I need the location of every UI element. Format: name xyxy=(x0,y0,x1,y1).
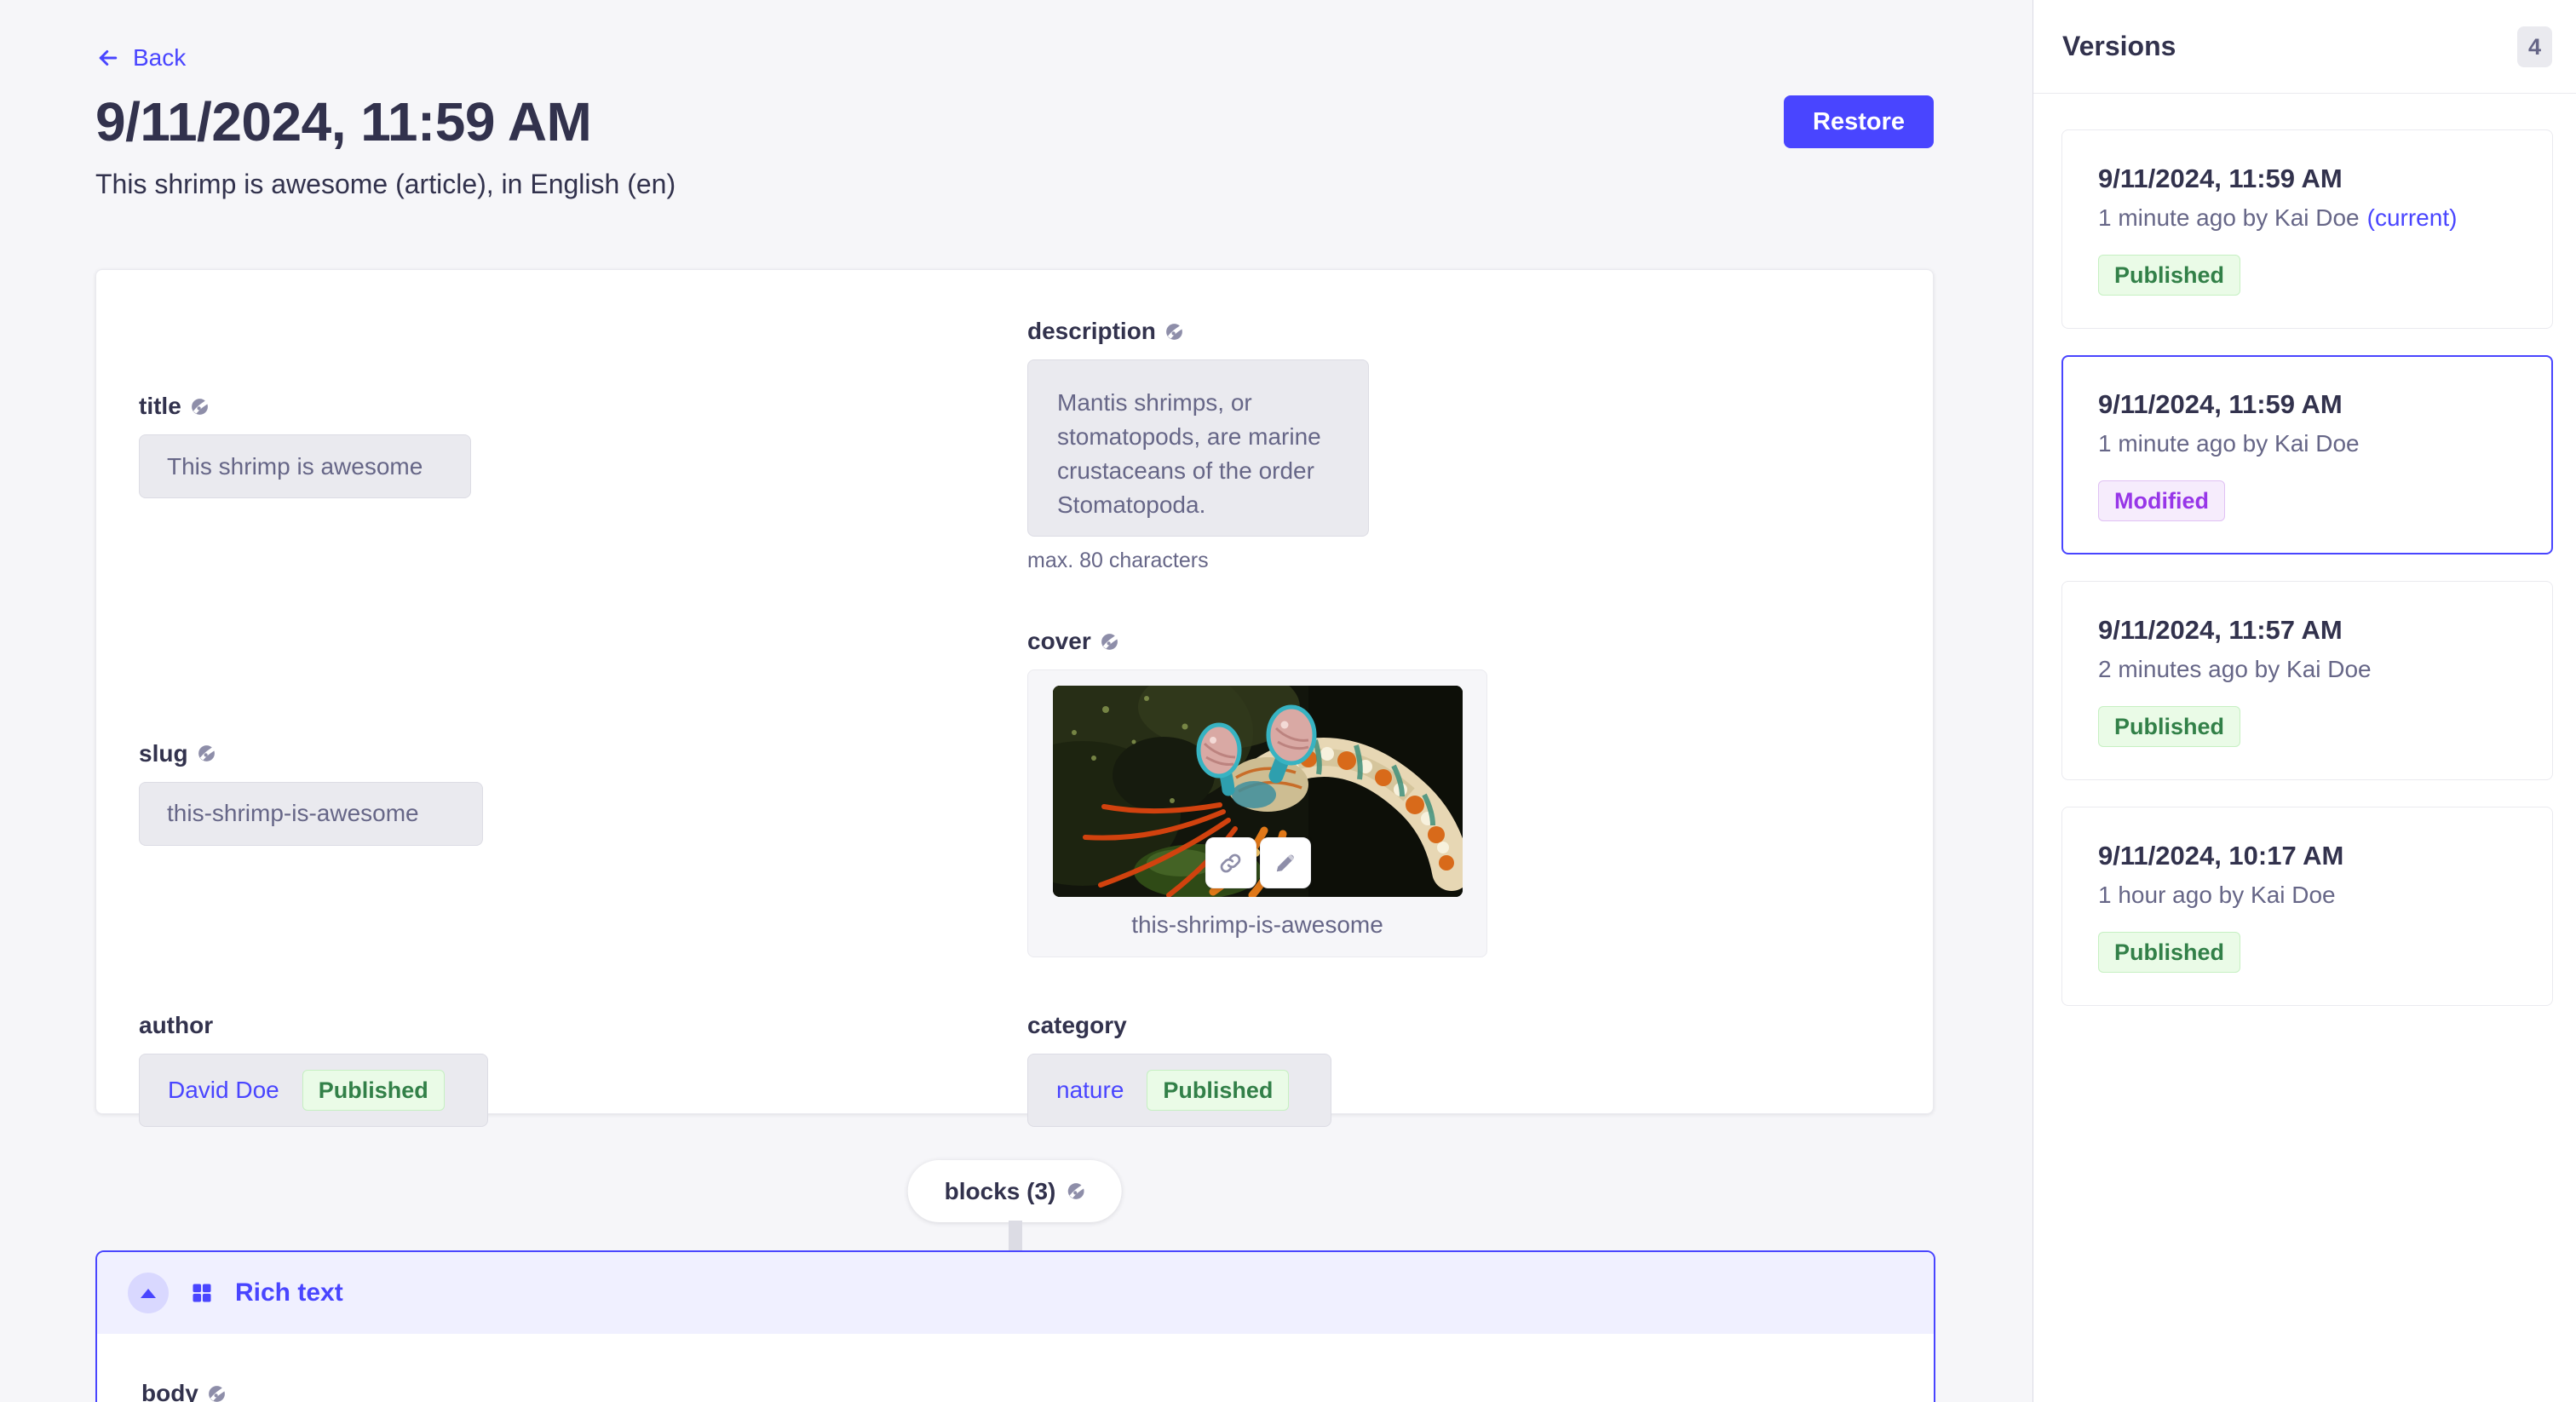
version-card-selected[interactable]: 9/11/2024, 11:59 AM 1 minute ago by Kai … xyxy=(2061,355,2553,554)
edit-image-button[interactable] xyxy=(1260,837,1311,888)
blocks-connector xyxy=(1009,1221,1022,1252)
rich-text-block-header: Rich text xyxy=(97,1252,1934,1334)
versions-panel-header: Versions 4 xyxy=(2033,0,2576,94)
version-card[interactable]: 9/11/2024, 10:17 AM 1 hour ago by Kai Do… xyxy=(2061,807,2553,1006)
pencil-icon xyxy=(1272,850,1298,876)
version-status-badge: Published xyxy=(2098,932,2240,973)
author-link[interactable]: David Doe xyxy=(168,1077,279,1104)
cover-media-card: this-shrimp-is-awesome xyxy=(1027,669,1487,957)
page-header: 9/11/2024, 11:59 AM Restore xyxy=(95,88,1934,156)
slug-input: this-shrimp-is-awesome xyxy=(139,782,483,846)
author-field: author David Doe Published xyxy=(139,1012,1002,1127)
cover-image xyxy=(1053,686,1463,897)
version-card[interactable]: 9/11/2024, 11:57 AM 2 minutes ago by Kai… xyxy=(2061,581,2553,780)
rich-text-block-title: Rich text xyxy=(235,1278,343,1307)
category-field: category nature Published xyxy=(1027,1012,1890,1127)
copy-link-button[interactable] xyxy=(1205,837,1256,888)
rich-text-block-panel: Rich text body xyxy=(95,1250,1935,1402)
blocks-field-pill: blocks (3) xyxy=(908,1160,1122,1222)
globe-icon xyxy=(1067,1182,1084,1200)
version-card-current[interactable]: 9/11/2024, 11:59 AM 1 minute ago by Kai … xyxy=(2061,129,2553,329)
body-field-label: body xyxy=(141,1380,1889,1402)
version-meta: 1 minute ago by Kai Doe xyxy=(2098,428,2516,459)
entry-fields-card: title This shrimp is awesome description… xyxy=(95,269,1934,1114)
version-status-badge: Published xyxy=(2098,706,2240,747)
back-arrow-icon xyxy=(95,45,121,71)
description-hint: max. 80 characters xyxy=(1027,549,1890,573)
cover-image-actions xyxy=(1205,837,1311,888)
back-label: Back xyxy=(133,44,186,72)
slug-field: slug this-shrimp-is-awesome xyxy=(139,740,1002,846)
title-field-label: title xyxy=(139,393,1002,420)
version-status-badge: Published xyxy=(2098,255,2240,296)
category-relation-box: nature Published xyxy=(1027,1054,1331,1127)
title-input: This shrimp is awesome xyxy=(139,434,471,498)
globe-icon xyxy=(198,744,216,762)
version-status-badge: Modified xyxy=(2098,480,2225,521)
version-meta: 1 hour ago by Kai Doe xyxy=(2098,880,2516,911)
description-field: description Mantis shrimps, or stomatopo… xyxy=(1027,318,1890,573)
versions-title: Versions xyxy=(2062,31,2176,62)
back-link[interactable]: Back xyxy=(95,44,186,72)
restore-button[interactable]: Restore xyxy=(1784,95,1934,148)
globe-icon xyxy=(191,398,209,416)
author-status-badge: Published xyxy=(302,1070,445,1111)
cover-field-label: cover xyxy=(1027,628,1890,655)
component-grid-icon xyxy=(190,1281,214,1305)
chevron-up-icon xyxy=(141,1289,156,1298)
version-meta: 1 minute ago by Kai Doe(current) xyxy=(2098,203,2516,233)
link-icon xyxy=(1217,850,1244,876)
blocks-label: blocks (3) xyxy=(945,1178,1056,1205)
author-field-label: author xyxy=(139,1012,1002,1039)
version-date: 9/11/2024, 11:59 AM xyxy=(2098,388,2516,421)
page-title: 9/11/2024, 11:59 AM xyxy=(95,88,591,156)
description-textarea: Mantis shrimps, or stomatopods, are mari… xyxy=(1027,359,1369,537)
title-field: title This shrimp is awesome xyxy=(139,393,1002,498)
version-date: 9/11/2024, 11:57 AM xyxy=(2098,614,2516,646)
slug-field-label: slug xyxy=(139,740,1002,767)
version-date: 9/11/2024, 11:59 AM xyxy=(2098,163,2516,195)
main-content: Back 9/11/2024, 11:59 AM Restore This sh… xyxy=(0,0,2033,1402)
author-relation-box: David Doe Published xyxy=(139,1054,488,1127)
globe-icon xyxy=(1101,633,1118,651)
cover-filename: this-shrimp-is-awesome xyxy=(1053,897,1462,957)
versions-count-badge: 4 xyxy=(2517,26,2552,67)
globe-icon xyxy=(208,1385,226,1402)
cover-field: cover xyxy=(1027,628,1890,957)
description-field-label: description xyxy=(1027,318,1890,345)
page-subtitle: This shrimp is awesome (article), in Eng… xyxy=(95,165,1934,203)
collapse-toggle-button[interactable] xyxy=(128,1273,169,1313)
version-meta: 2 minutes ago by Kai Doe xyxy=(2098,654,2516,685)
version-date: 9/11/2024, 10:17 AM xyxy=(2098,840,2516,872)
versions-list: 9/11/2024, 11:59 AM 1 minute ago by Kai … xyxy=(2033,94,2576,1006)
current-tag: (current) xyxy=(2367,204,2458,231)
globe-icon xyxy=(1165,323,1183,341)
category-link[interactable]: nature xyxy=(1056,1077,1124,1104)
versions-panel: Versions 4 9/11/2024, 11:59 AM 1 minute … xyxy=(2033,0,2576,1402)
category-field-label: category xyxy=(1027,1012,1890,1039)
rich-text-block-body: body xyxy=(97,1334,1934,1402)
category-status-badge: Published xyxy=(1147,1070,1289,1111)
